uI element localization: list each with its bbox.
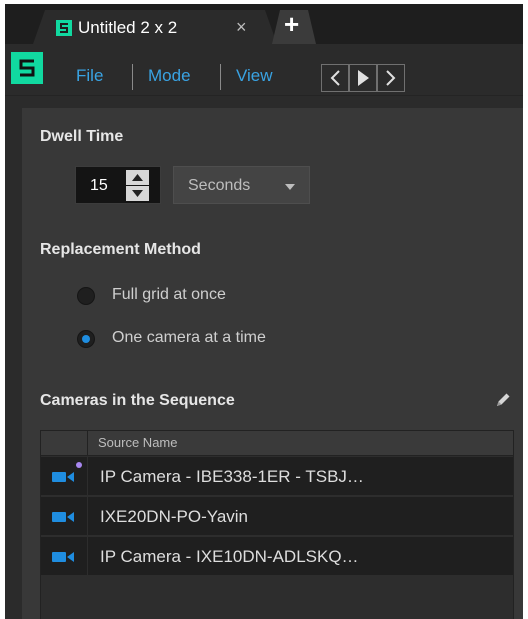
row-icon-cell — [41, 497, 88, 536]
table-row[interactable]: IP Camera - IXE10DN-ADLSKQ… — [41, 537, 513, 576]
column-header-source-name[interactable]: Source Name — [98, 435, 177, 450]
radio-label: One camera at a time — [112, 329, 266, 346]
camera-name: IP Camera - IBE338-1ER - TSBJ… — [100, 467, 364, 486]
cameras-heading: Cameras in the Sequence — [40, 392, 235, 409]
table-row[interactable]: IP Camera - IBE338-1ER - TSBJ… — [41, 457, 513, 496]
previous-button[interactable] — [321, 64, 349, 92]
camera-icon — [52, 472, 74, 482]
menu-view[interactable]: View — [236, 66, 273, 86]
pencil-icon[interactable] — [494, 391, 512, 409]
sequence-settings-panel: Dwell Time 15 Seconds Replacement Method… — [22, 108, 523, 619]
app-logo-icon — [56, 20, 72, 36]
menu-bar: File Mode View — [5, 44, 523, 96]
dwell-unit-label: Seconds — [188, 177, 251, 194]
dwell-time-heading: Dwell Time — [40, 128, 124, 145]
new-tab-button[interactable]: + — [272, 10, 316, 44]
menu-mode[interactable]: Mode — [148, 66, 191, 86]
plus-icon: + — [284, 9, 300, 39]
table-header: Source Name — [41, 431, 513, 456]
tab-title: Untitled 2 x 2 — [78, 18, 178, 37]
chevron-left-icon — [330, 70, 340, 86]
arrow-down-icon — [132, 190, 143, 197]
camera-name: IP Camera - IXE10DN-ADLSKQ… — [100, 547, 359, 566]
next-button[interactable] — [377, 64, 405, 92]
tab-untitled[interactable]: Untitled 2 x 2 × — [33, 10, 277, 44]
chevron-right-icon — [386, 70, 396, 86]
chevron-down-icon — [285, 184, 295, 190]
app-menu-button[interactable] — [11, 52, 43, 84]
radio-button-selected[interactable] — [77, 330, 95, 348]
camera-icon — [52, 552, 74, 562]
arrow-up-icon — [132, 174, 143, 181]
decrement-button[interactable] — [126, 186, 149, 201]
menu-separator — [132, 64, 133, 90]
radio-button[interactable] — [77, 287, 95, 305]
sequence-editor-window: Untitled 2 x 2 × + File Mode View Dwell … — [5, 4, 523, 619]
radio-label: Full grid at once — [112, 286, 226, 303]
table-header-icon-column — [41, 431, 88, 456]
row-icon-cell — [41, 537, 88, 576]
camera-icon — [52, 512, 74, 522]
tab-close-button[interactable]: × — [236, 17, 247, 38]
row-icon-cell — [41, 457, 88, 496]
app-logo-icon — [19, 59, 35, 77]
play-icon — [358, 70, 369, 86]
dwell-unit-dropdown[interactable]: Seconds — [173, 166, 310, 204]
status-dot — [76, 462, 82, 468]
menu-file[interactable]: File — [76, 66, 103, 86]
camera-name: IXE20DN-PO-Yavin — [100, 507, 249, 526]
dwell-time-value[interactable]: 15 — [90, 177, 108, 195]
dwell-time-stepper[interactable]: 15 — [75, 166, 161, 204]
menu-separator — [220, 64, 221, 90]
tab-strip: Untitled 2 x 2 × + — [5, 4, 523, 44]
increment-button[interactable] — [126, 170, 149, 185]
replacement-method-heading: Replacement Method — [40, 241, 201, 258]
table-row[interactable]: IXE20DN-PO-Yavin — [41, 497, 513, 536]
play-button[interactable] — [349, 64, 377, 92]
cameras-table: Source Name IP Camera - IBE338-1ER - TSB… — [40, 430, 514, 619]
